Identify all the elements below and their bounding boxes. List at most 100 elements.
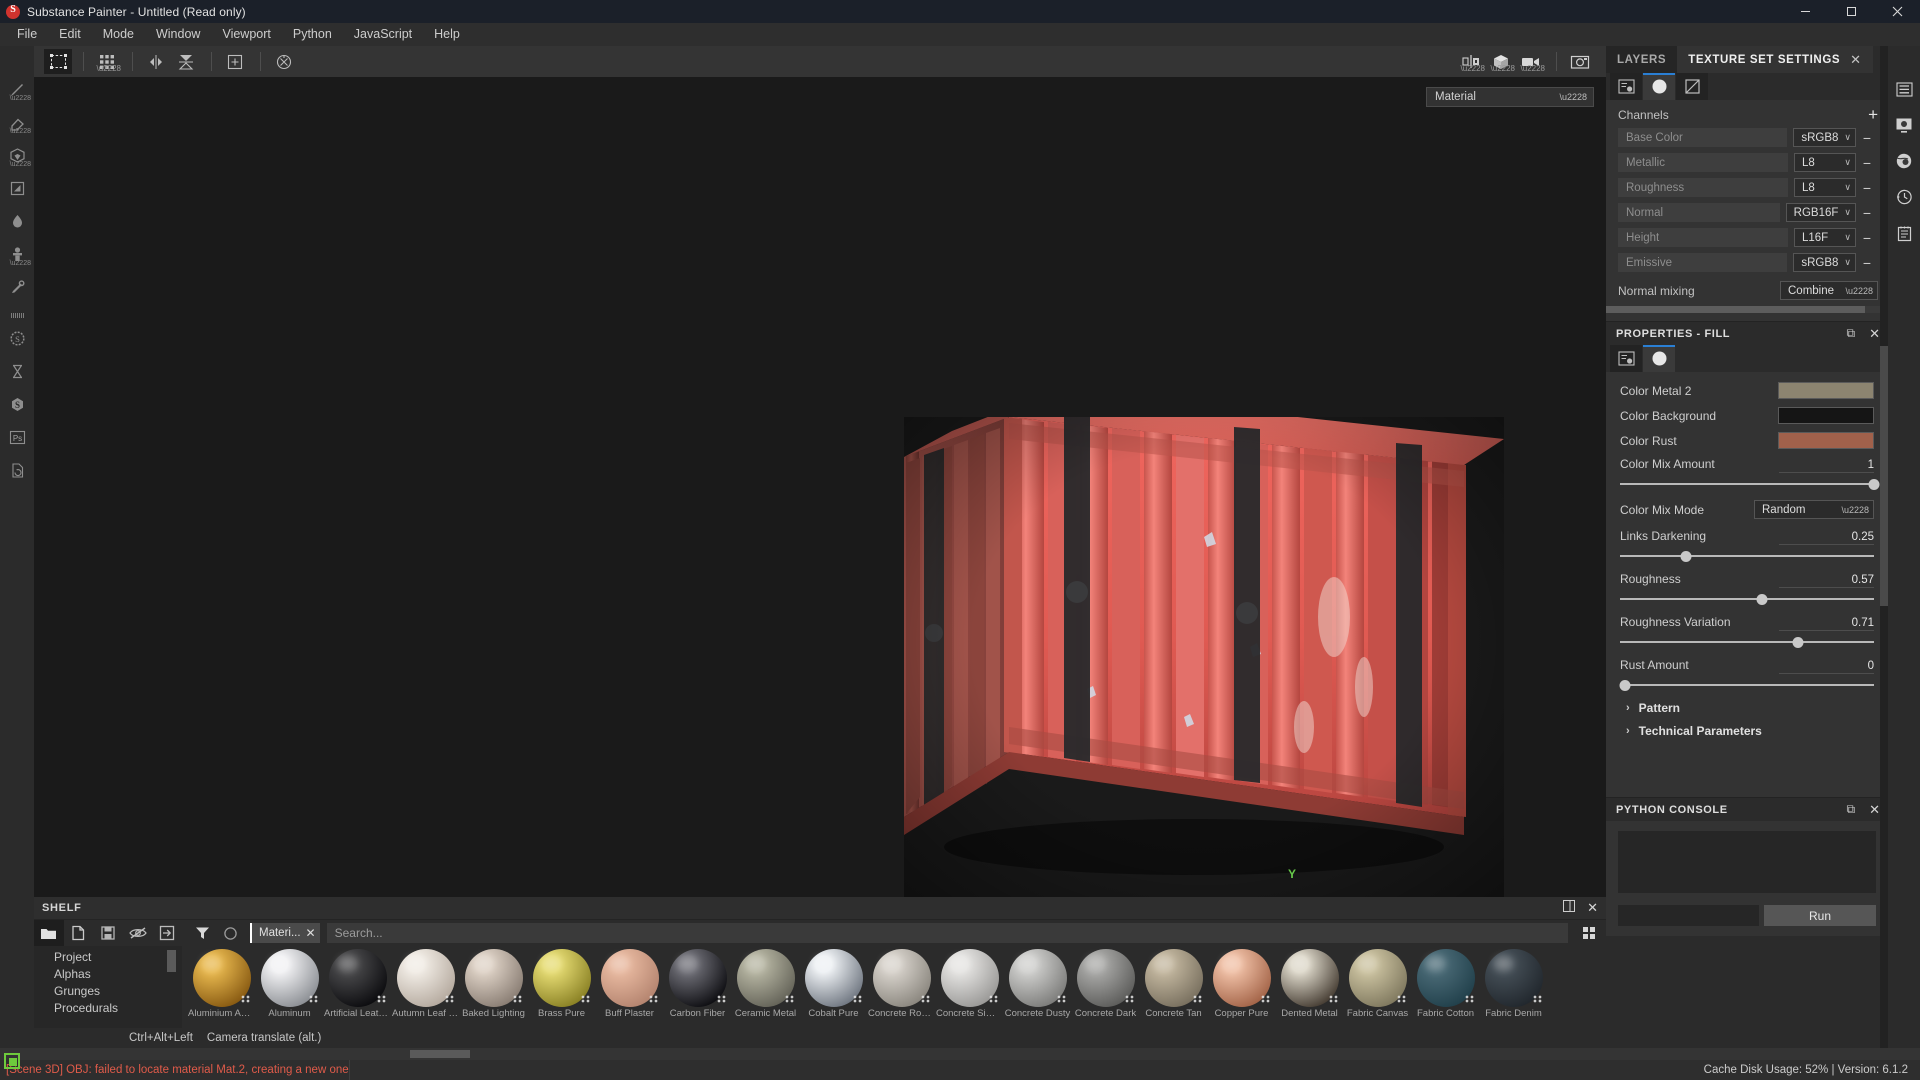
material-sphere-icon[interactable] — [1643, 345, 1675, 372]
import-icon[interactable] — [152, 920, 182, 946]
tab-close-icon[interactable]: ✕ — [1850, 52, 1862, 68]
eraser-icon[interactable]: \u2228 — [2, 107, 32, 137]
channel-format-select[interactable]: sRGB8 ∨ — [1793, 253, 1856, 272]
shelf-tree-item-alphas[interactable]: Alphas — [54, 966, 182, 983]
close-icon[interactable]: ✕ — [1869, 326, 1880, 342]
remove-channel-button[interactable]: − — [1856, 181, 1878, 195]
remove-channel-button[interactable]: − — [1856, 256, 1878, 270]
uv-grid-icon[interactable]: \u2228 — [93, 49, 121, 74]
shelf-asset-item[interactable]: Buff Plaster — [596, 949, 663, 1028]
slider-track[interactable] — [1620, 593, 1874, 605]
history-icon[interactable] — [1890, 184, 1918, 210]
channels-horizontal-scrollbar[interactable] — [1606, 306, 1888, 313]
shelf-search-input[interactable]: Search... — [326, 923, 1568, 943]
channel-format-select[interactable]: RGB16F ∨ — [1785, 203, 1856, 222]
notepad-icon[interactable] — [1890, 220, 1918, 246]
screenshot-icon[interactable] — [1566, 49, 1594, 74]
channel-name[interactable]: Metallic — [1618, 153, 1788, 172]
layers-list-icon[interactable] — [1890, 76, 1918, 102]
menu-python[interactable]: Python — [282, 24, 343, 45]
shelf-asset-item[interactable]: Concrete Dark — [1072, 949, 1139, 1028]
shelf-asset-item[interactable]: Fabric Canvas — [1344, 949, 1411, 1028]
shelf-asset-item[interactable]: Brass Pure — [528, 949, 595, 1028]
grid-view-icon[interactable] — [1576, 921, 1602, 945]
slider-value[interactable]: 0.25 — [1779, 531, 1874, 545]
shelf-tree-item-grunges[interactable]: Grunges — [54, 983, 182, 1000]
menu-javascript[interactable]: JavaScript — [343, 24, 423, 45]
shelf-asset-item[interactable]: Autumn Leaf Diffuse — [392, 949, 459, 1028]
clone-stamp-icon[interactable]: \u2228 — [2, 239, 32, 269]
color-swatch[interactable] — [1778, 407, 1874, 424]
new-document-icon[interactable] — [64, 920, 94, 946]
shelf-tree-scrollbar[interactable] — [167, 950, 176, 972]
projection-icon[interactable]: \u2228 — [2, 140, 32, 170]
3d-viewport[interactable]: Material \u2228 Y — [34, 77, 1606, 897]
refresh-document-icon[interactable] — [2, 455, 32, 485]
shelf-asset-item[interactable]: Fabric Cotton — [1412, 949, 1479, 1028]
reset-rotation-icon[interactable] — [270, 49, 298, 74]
hourglass-icon[interactable] — [2, 356, 32, 386]
color-mix-mode-select[interactable]: Random \u2228 — [1754, 500, 1874, 519]
display-settings-icon[interactable] — [1890, 112, 1918, 138]
color-swatch[interactable] — [1778, 382, 1874, 399]
shelf-asset-item[interactable]: Dented Metal — [1276, 949, 1343, 1028]
cube-view-icon[interactable]: \u2228 — [1487, 49, 1515, 74]
tab-texture-set-settings[interactable]: TEXTURE SET SETTINGS ✕ — [1677, 46, 1873, 73]
smudge-icon[interactable] — [2, 206, 32, 236]
channel-format-select[interactable]: L16F ∨ — [1794, 228, 1856, 247]
normal-mixing-select[interactable]: Combine \u2228 — [1780, 281, 1878, 300]
shelf-asset-grid[interactable]: Aluminium Anodized Aluminum Artificial Lea… — [182, 946, 1606, 1028]
circle-filter-icon[interactable] — [216, 921, 244, 945]
shelf-asset-item[interactable]: Carbon Fiber — [664, 949, 731, 1028]
material-sphere-icon[interactable] — [1643, 73, 1675, 100]
paint-brush-icon[interactable]: \u2228 — [2, 74, 32, 104]
filter-funnel-icon[interactable] — [188, 921, 216, 945]
shelf-asset-item[interactable]: Aluminium Anodized — [188, 949, 255, 1028]
shelf-filter-chip-close-icon[interactable]: ✕ — [306, 926, 316, 940]
mask-icon[interactable] — [1676, 73, 1708, 100]
shelf-close-icon[interactable]: ✕ — [1587, 900, 1598, 916]
shelf-tree-item-procedurals[interactable]: Procedurals — [54, 1000, 182, 1017]
camera-icon[interactable]: \u2228 — [1517, 49, 1545, 74]
channel-format-select[interactable]: L8 ∨ — [1794, 153, 1856, 172]
bottom-scroll-strip[interactable] — [0, 1048, 1920, 1060]
menu-mode[interactable]: Mode — [92, 24, 145, 45]
slider-track[interactable] — [1620, 478, 1880, 490]
channel-name[interactable]: Base Color — [1618, 128, 1788, 147]
run-button[interactable]: Run — [1764, 905, 1876, 926]
shelf-asset-item[interactable]: Ceramic Metal — [732, 949, 799, 1028]
properties-list-icon[interactable] — [1610, 73, 1642, 100]
material-view-toggle-icon[interactable]: \u2228 — [1457, 49, 1485, 74]
remove-channel-button[interactable]: − — [1856, 231, 1878, 245]
log-status-icon[interactable] — [4, 1053, 20, 1069]
menu-window[interactable]: Window — [145, 24, 211, 45]
photoshop-icon[interactable]: Ps — [2, 422, 32, 452]
add-channel-button[interactable]: + — [1868, 106, 1878, 123]
substance-source-icon[interactable]: S — [2, 389, 32, 419]
slider-value[interactable]: 0.71 — [1779, 617, 1874, 631]
hide-icon[interactable] — [123, 920, 153, 946]
remove-channel-button[interactable]: − — [1856, 206, 1878, 220]
color-swatch[interactable] — [1778, 432, 1874, 449]
close-icon[interactable]: ✕ — [1869, 802, 1880, 818]
shelf-asset-item[interactable]: Concrete Rough — [868, 949, 935, 1028]
shelf-asset-item[interactable]: Aluminum — [256, 949, 323, 1028]
remove-channel-button[interactable]: − — [1856, 156, 1878, 170]
shelf-asset-item[interactable]: Cobalt Pure — [800, 949, 867, 1028]
group-technical-parameters[interactable]: › Technical Parameters — [1626, 724, 1874, 738]
tab-layers[interactable]: LAYERS — [1606, 46, 1678, 73]
shelf-asset-item[interactable]: Concrete Tan — [1140, 949, 1207, 1028]
channel-name[interactable]: Height — [1618, 228, 1788, 247]
shelf-asset-item[interactable]: Fabric Denim — [1480, 949, 1547, 1028]
menu-edit[interactable]: Edit — [48, 24, 92, 45]
minimize-button[interactable] — [1782, 0, 1828, 23]
slider-value[interactable]: 0.57 — [1779, 574, 1874, 588]
channel-name[interactable]: Normal — [1618, 203, 1780, 222]
eyedropper-icon[interactable] — [2, 272, 32, 302]
channel-format-select[interactable]: sRGB8 ∨ — [1793, 128, 1856, 147]
group-pattern[interactable]: › Pattern — [1626, 701, 1874, 715]
symmetry-plane-icon[interactable] — [172, 49, 200, 74]
environment-settings-icon[interactable] — [1890, 148, 1918, 174]
menu-viewport[interactable]: Viewport — [211, 24, 281, 45]
python-console-input[interactable] — [1618, 905, 1759, 926]
